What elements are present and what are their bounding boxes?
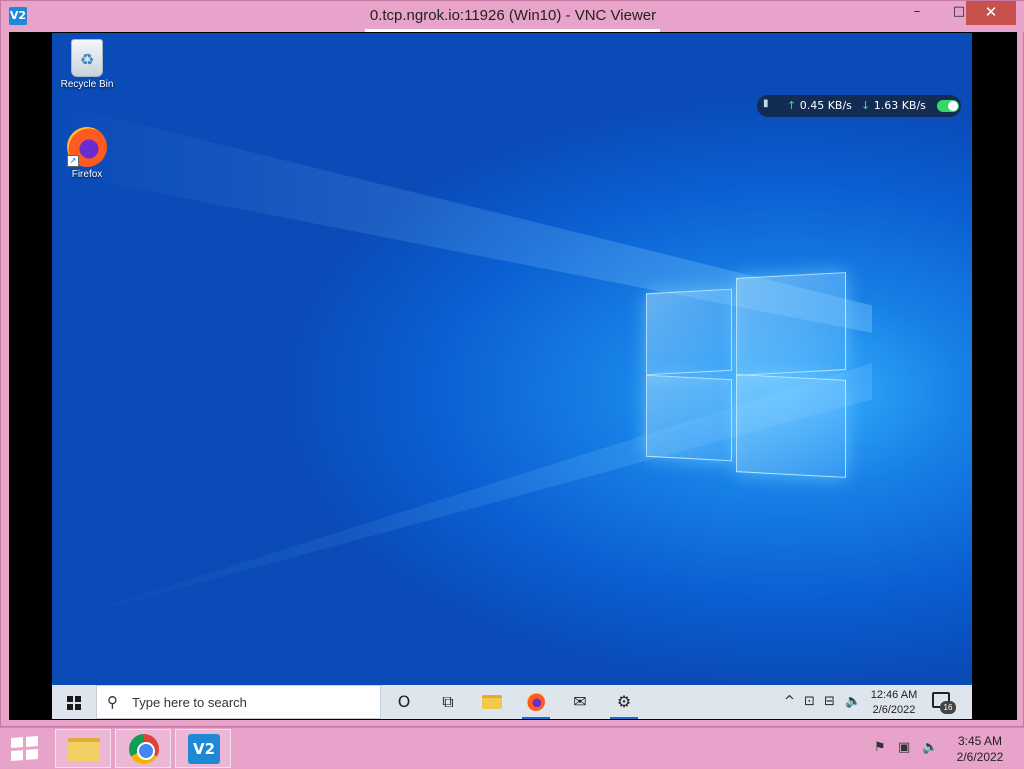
remote-taskbar: ⚲ Type here to search O ⧉ ✉ ⚙ ^ ⊡ ⊟ 🔈 12… — [52, 685, 972, 719]
window-title: 0.tcp.ngrok.io:11926 (Win10) - VNC Viewe… — [369, 7, 657, 24]
firefox-icon: ↗ — [67, 127, 107, 167]
search-placeholder: Type here to search — [132, 695, 247, 710]
logo-pane — [736, 272, 846, 376]
tray-device-icon[interactable]: ⊡ — [804, 694, 815, 709]
tray-network-icon[interactable]: ⊟ — [824, 694, 835, 709]
vnc-viewer-icon: V2 — [188, 734, 220, 764]
host-clock[interactable]: 3:45 AM 2/6/2022 — [950, 733, 1010, 765]
desktop-icon-label: Firefox — [71, 169, 103, 180]
action-center-flag-icon[interactable]: ⚑ — [874, 740, 886, 755]
signal-icon: ▮ — [763, 98, 769, 109]
tray-volume-icon[interactable]: 🔈 — [845, 694, 861, 709]
volume-muted-icon[interactable]: 🔈 — [922, 740, 938, 755]
settings-taskbar-button[interactable]: ⚙ — [602, 685, 646, 719]
shortcut-arrow-icon: ↗ — [67, 155, 79, 167]
logo-pane — [646, 288, 732, 376]
network-speed-widget[interactable]: ▮ ↑ 0.45 KB/s ↓ 1.63 KB/s — [757, 95, 961, 117]
vnc-titlebar[interactable]: V2 0.tcp.ngrok.io:11926 (Win10) - VNC Vi… — [1, 1, 1024, 32]
host-time: 3:45 AM — [957, 734, 1003, 748]
cortana-button[interactable]: O — [382, 685, 426, 719]
network-icon[interactable]: ▣ — [898, 740, 910, 755]
upload-speed: ↑ 0.45 KB/s — [787, 99, 852, 112]
chrome-icon — [129, 734, 159, 764]
remote-time: 12:46 AM — [870, 689, 918, 701]
remote-desktop[interactable]: Recycle Bin ↗ Firefox ▮ ↑ 0.45 KB/s ↓ 1.… — [52, 33, 972, 685]
download-arrow-icon: ↓ — [861, 99, 871, 112]
logo-pane — [646, 374, 732, 462]
firefox-taskbar-button[interactable] — [514, 685, 558, 719]
task-view-button[interactable]: ⧉ — [426, 685, 470, 719]
close-button[interactable]: ✕ — [966, 1, 1016, 25]
remote-search-box[interactable]: ⚲ Type here to search — [96, 685, 381, 719]
recycle-bin-icon — [71, 39, 103, 77]
host-vnc-viewer-button[interactable]: V2 — [175, 729, 231, 768]
desktop-icon-recycle-bin[interactable]: Recycle Bin — [52, 39, 122, 90]
minimize-button[interactable]: – — [903, 1, 931, 25]
remote-clock[interactable]: 12:46 AM 2/6/2022 — [864, 688, 924, 718]
host-date: 2/6/2022 — [956, 750, 1004, 764]
remote-date: 2/6/2022 — [872, 704, 916, 716]
download-speed: ↓ 1.63 KB/s — [861, 99, 926, 112]
file-explorer-taskbar-button[interactable] — [470, 685, 514, 719]
windows-logo-wallpaper — [646, 272, 846, 478]
folder-icon — [482, 695, 502, 709]
search-icon: ⚲ — [107, 693, 118, 711]
desktop-icon-label: Recycle Bin — [60, 79, 114, 90]
host-file-explorer-button[interactable] — [55, 729, 111, 768]
firefox-icon — [527, 693, 545, 711]
mail-taskbar-button[interactable]: ✉ — [558, 685, 602, 719]
upload-arrow-icon: ↑ — [787, 99, 797, 112]
host-chrome-button[interactable] — [115, 729, 171, 768]
desktop-icon-firefox[interactable]: ↗ Firefox — [52, 127, 122, 180]
file-explorer-icon — [68, 738, 100, 762]
windows-logo-icon — [67, 696, 81, 710]
logo-pane — [736, 374, 846, 478]
tray-overflow-chevron-icon[interactable]: ^ — [784, 694, 795, 709]
notification-count-badge: 16 — [940, 701, 956, 714]
host-taskbar: V2 ⚑ ▣ 🔈 3:45 AM 2/6/2022 — [0, 727, 1024, 768]
widget-toggle[interactable] — [937, 100, 959, 112]
remote-start-button[interactable] — [52, 685, 96, 719]
host-start-button[interactable] — [0, 728, 48, 769]
windows-logo-icon — [11, 736, 38, 761]
